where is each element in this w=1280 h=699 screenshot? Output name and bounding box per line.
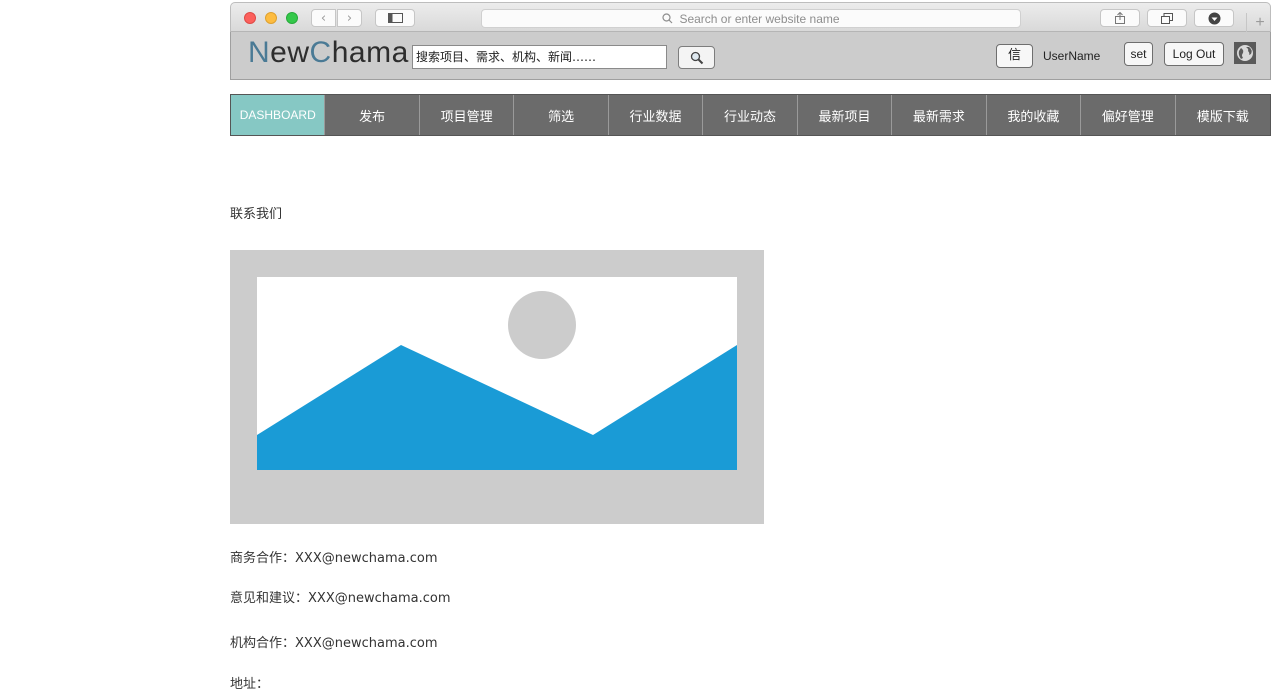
settings-button[interactable]: set xyxy=(1124,42,1153,66)
share-button[interactable] xyxy=(1100,9,1140,27)
nav-item-latest-projects[interactable]: 最新项目 xyxy=(798,95,893,135)
contact-label: 意见和建议： xyxy=(230,591,309,606)
contact-address: 地址： xyxy=(230,673,269,692)
sidebar-icon xyxy=(388,13,403,23)
page-title: 联系我们 xyxy=(230,207,283,222)
username-label: UserName xyxy=(1043,49,1101,63)
contact-email[interactable]: XXX@newchama.com xyxy=(295,636,437,651)
browser-toolbar: ‹ › Search or enter website name + xyxy=(230,2,1273,33)
chevron-left-icon[interactable]: ‹ xyxy=(311,9,336,27)
download-icon xyxy=(1208,12,1220,24)
nav-item-project-management[interactable]: 项目管理 xyxy=(420,95,515,135)
downloads-button[interactable] xyxy=(1194,9,1234,27)
history-buttons: ‹ › xyxy=(311,9,363,27)
contact-label: 商务合作： xyxy=(230,551,296,566)
tabs-overview-button[interactable] xyxy=(1147,9,1187,27)
nav-item-favorites[interactable]: 我的收藏 xyxy=(987,95,1082,135)
contact-business: 商务合作：XXX@newchama.com xyxy=(230,547,437,566)
zoom-window-icon[interactable] xyxy=(286,12,298,24)
image-placeholder xyxy=(230,250,764,524)
site-header: NewChama 搜索项目、需求、机构、新闻…… 信 UserName set … xyxy=(230,32,1271,80)
minimize-window-icon[interactable] xyxy=(265,12,277,24)
close-window-icon[interactable] xyxy=(244,12,256,24)
contact-email[interactable]: XXX@newchama.com xyxy=(308,591,450,606)
nav-item-preferences[interactable]: 偏好管理 xyxy=(1081,95,1176,135)
logo-text-ew: ew xyxy=(270,36,310,69)
new-tab-button[interactable]: + xyxy=(1246,13,1273,33)
logo[interactable]: NewChama xyxy=(248,36,409,70)
landscape-image-icon xyxy=(257,277,737,470)
contact-label: 机构合作： xyxy=(230,636,296,651)
magnifier-icon xyxy=(690,51,703,64)
site-search-input[interactable]: 搜索项目、需求、机构、新闻…… xyxy=(412,45,667,69)
nav-item-publish[interactable]: 发布 xyxy=(325,95,420,135)
share-icon xyxy=(1115,12,1125,24)
globe-icon xyxy=(1237,45,1253,61)
chevron-right-icon[interactable]: › xyxy=(337,9,362,27)
nav-item-industry-news[interactable]: 行业动态 xyxy=(703,95,798,135)
main-navigation: DASHBOARD 发布 项目管理 筛选 行业数据 行业动态 最新项目 最新需求… xyxy=(230,94,1271,136)
address-bar[interactable]: Search or enter website name xyxy=(481,9,1021,28)
search-icon xyxy=(662,13,673,24)
contact-email[interactable]: XXX@newchama.com xyxy=(295,551,437,566)
language-button[interactable] xyxy=(1234,42,1256,64)
nav-item-filter[interactable]: 筛选 xyxy=(514,95,609,135)
nav-item-dashboard[interactable]: DASHBOARD xyxy=(231,95,326,135)
site-search-button[interactable] xyxy=(678,46,715,69)
address-placeholder: Search or enter website name xyxy=(679,11,840,26)
tabs-icon xyxy=(1161,12,1173,24)
contact-feedback: 意见和建议：XXX@newchama.com xyxy=(230,587,450,606)
nav-item-template-download[interactable]: 模版下载 xyxy=(1176,95,1270,135)
nav-item-latest-demands[interactable]: 最新需求 xyxy=(892,95,987,135)
logo-letter-c: C xyxy=(309,36,332,69)
logo-text-hama: hama xyxy=(331,36,409,69)
contact-label: 地址： xyxy=(230,677,270,692)
logo-letter-n: N xyxy=(248,36,271,69)
messages-button[interactable]: 信 xyxy=(996,44,1033,68)
sidebar-toggle-button[interactable] xyxy=(375,9,415,27)
nav-item-industry-data[interactable]: 行业数据 xyxy=(609,95,704,135)
logout-button[interactable]: Log Out xyxy=(1164,42,1224,66)
contact-institution: 机构合作：XXX@newchama.com xyxy=(230,632,437,651)
